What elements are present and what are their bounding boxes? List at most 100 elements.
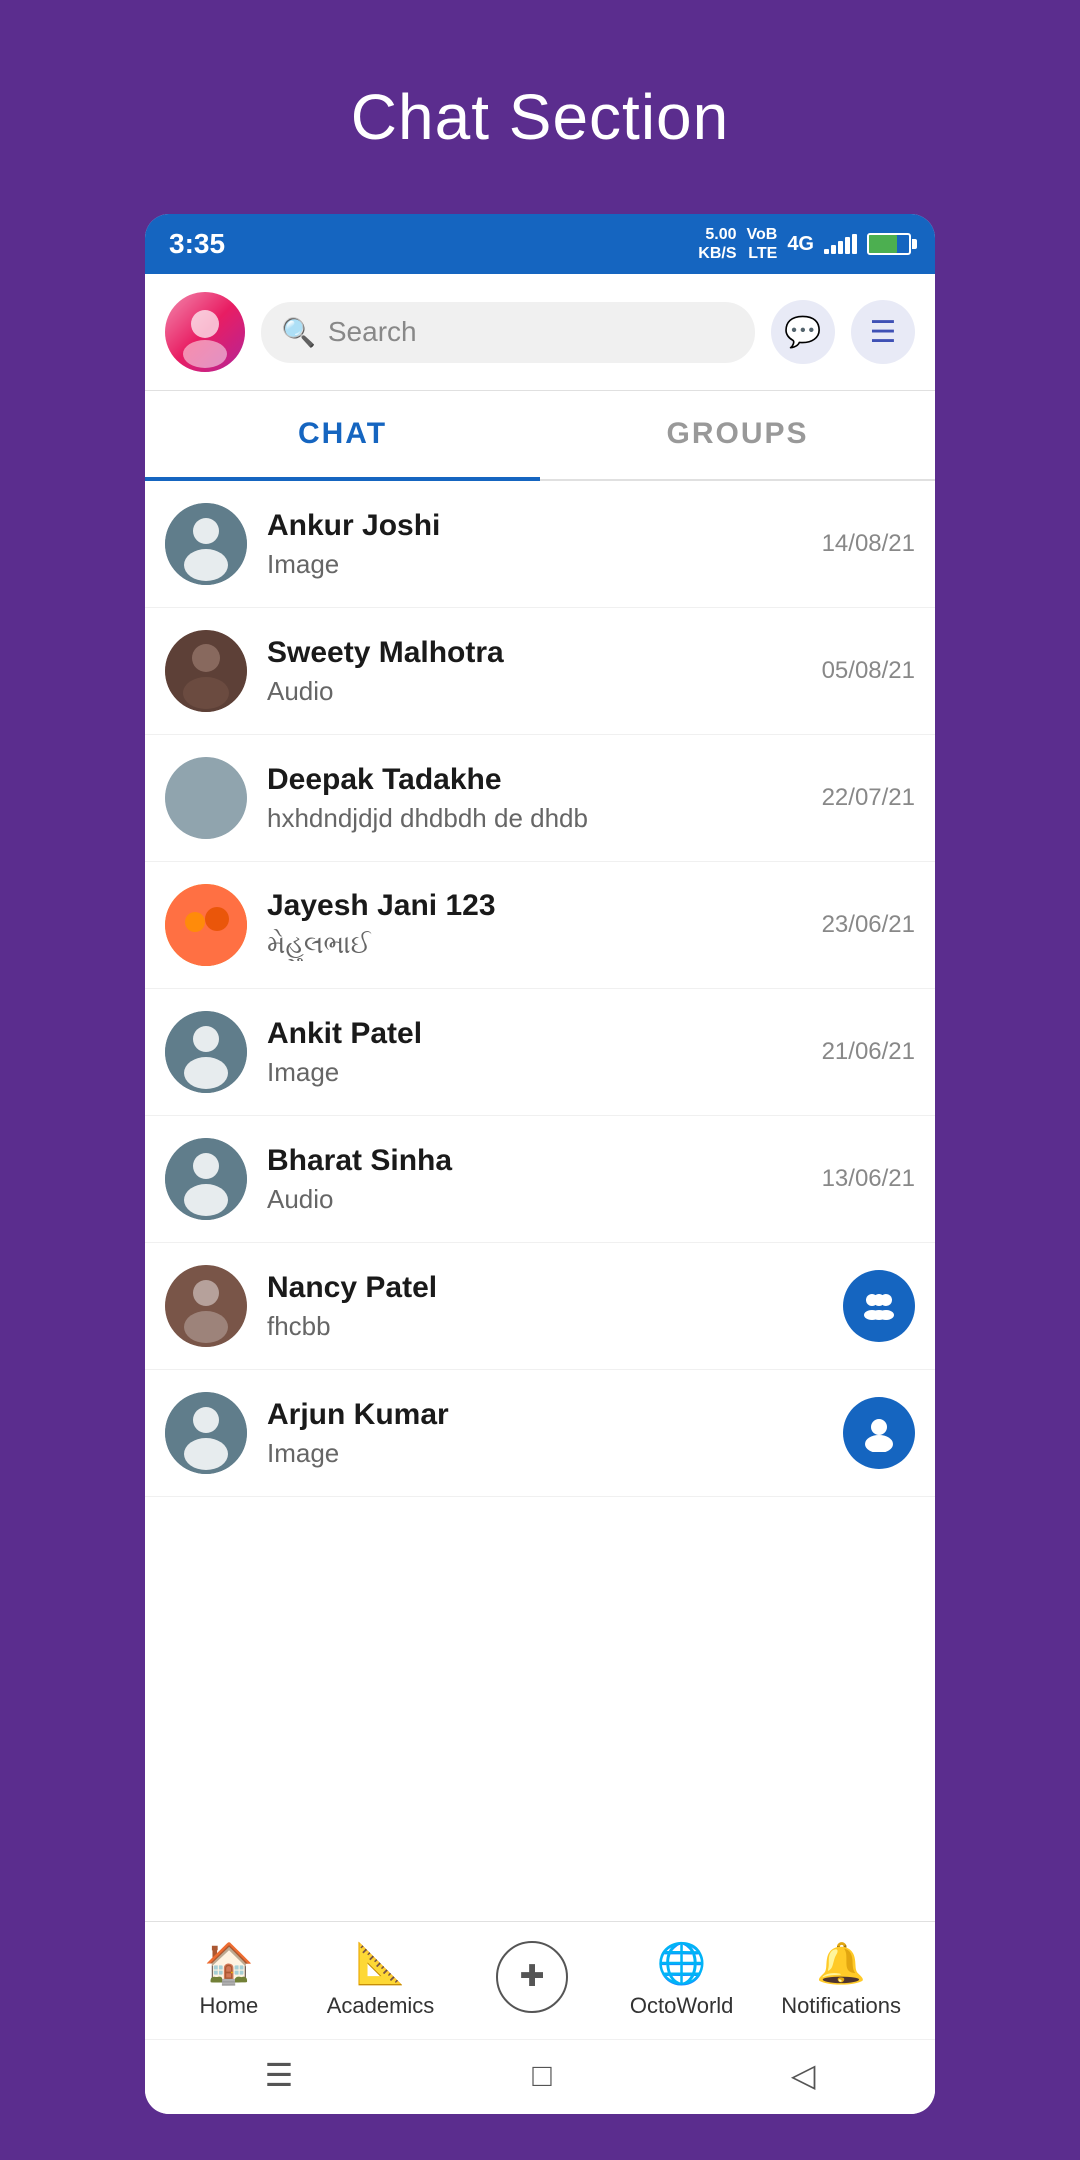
globe-icon: 🌐: [657, 1940, 707, 1987]
bottom-nav: 🏠 Home 📐 Academics ✚ 🌐 OctoWorld 🔔 Notif…: [145, 1921, 935, 2039]
chat-item[interactable]: Deepak Tadakhe hxhdndjdjd dhdbdh de dhdb…: [145, 735, 935, 862]
avatar-image: [165, 292, 245, 372]
chat-date: 14/08/21: [822, 530, 915, 558]
chat-item[interactable]: Ankit Patel Image 21/06/21: [145, 989, 935, 1116]
avatar: [165, 1265, 247, 1347]
person-icon: [165, 1138, 247, 1220]
phone-frame: 3:35 5.00KB/S VoBLTE 4G: [145, 214, 935, 2114]
person-icon: [165, 503, 247, 585]
status-icons: 5.00KB/S VoBLTE 4G: [698, 225, 911, 263]
nav-center-add[interactable]: ✚: [482, 1941, 582, 2019]
nav-home[interactable]: 🏠 Home: [179, 1940, 279, 2019]
home-icon: 🏠: [204, 1940, 254, 1987]
signal-bars-icon: [824, 234, 857, 254]
android-back-button[interactable]: ◁: [791, 2056, 816, 2094]
avatar: [165, 757, 247, 839]
chat-info: Bharat Sinha Audio: [267, 1144, 822, 1215]
search-bar[interactable]: 🔍 Search: [261, 302, 755, 363]
chat-info: Deepak Tadakhe hxhdndjdjd dhdbdh de dhdb: [267, 763, 822, 834]
chat-info: Sweety Malhotra Audio: [267, 636, 822, 707]
speech-bubble-icon: 💬: [784, 315, 821, 350]
avatar: [165, 1138, 247, 1220]
chat-icon-button[interactable]: 💬: [771, 300, 835, 364]
group-icon: [860, 1287, 898, 1325]
avatar: [165, 503, 247, 585]
chat-info: Ankit Patel Image: [267, 1017, 822, 1088]
chat-name: Nancy Patel: [267, 1271, 843, 1305]
page-title: Chat Section: [351, 80, 729, 154]
nav-notifications[interactable]: 🔔 Notifications: [781, 1940, 901, 2019]
status-time: 3:35: [169, 228, 225, 260]
avatar: [165, 1392, 247, 1474]
avatar-image: [165, 757, 247, 839]
tab-groups[interactable]: GROUPS: [540, 391, 935, 479]
nav-home-label: Home: [200, 1993, 259, 2019]
chat-name: Sweety Malhotra: [267, 636, 822, 670]
avatar: [165, 630, 247, 712]
chat-date: 05/08/21: [822, 657, 915, 685]
person-icon: [165, 1011, 247, 1093]
menu-button[interactable]: ☰: [851, 300, 915, 364]
chat-preview: Audio: [267, 1184, 822, 1215]
android-home-button[interactable]: □: [532, 2057, 551, 2094]
avatar: [165, 1011, 247, 1093]
header: 🔍 Search 💬 ☰: [145, 274, 935, 391]
chat-date: 21/06/21: [822, 1038, 915, 1066]
avatar-image: [165, 1265, 247, 1347]
chat-date: 22/07/21: [822, 784, 915, 812]
nav-academics-label: Academics: [327, 1993, 435, 2019]
chat-item[interactable]: Jayesh Jani 123 મેહુલભાઈ 23/06/21: [145, 862, 935, 989]
chat-info: Ankur Joshi Image: [267, 509, 822, 580]
tab-bar: CHAT GROUPS: [145, 391, 935, 481]
chat-preview: fhcbb: [267, 1311, 843, 1342]
search-icon: 🔍: [281, 316, 316, 349]
hamburger-icon: ☰: [870, 315, 897, 350]
chat-name: Ankit Patel: [267, 1017, 822, 1051]
academics-icon: 📐: [356, 1940, 406, 1987]
chat-name: Bharat Sinha: [267, 1144, 822, 1178]
chat-preview: Audio: [267, 676, 822, 707]
status-bar: 3:35 5.00KB/S VoBLTE 4G: [145, 214, 935, 274]
nav-octoworld-label: OctoWorld: [630, 1993, 734, 2019]
chat-meta: 21/06/21: [822, 1038, 915, 1066]
chat-meta: 14/08/21: [822, 530, 915, 558]
network-type: VoBLTE: [747, 225, 778, 263]
battery-icon: [867, 233, 911, 255]
chat-preview: Image: [267, 549, 822, 580]
person-fab-button[interactable]: [843, 1397, 915, 1469]
chat-meta: [843, 1397, 915, 1469]
user-profile-avatar[interactable]: [165, 292, 245, 372]
chat-name: Arjun Kumar: [267, 1398, 843, 1432]
chat-preview: hxhdndjdjd dhdbdh de dhdb: [267, 803, 822, 834]
chat-preview: Image: [267, 1057, 822, 1088]
nav-notifications-label: Notifications: [781, 1993, 901, 2019]
chat-meta: 23/06/21: [822, 911, 915, 939]
nav-academics[interactable]: 📐 Academics: [327, 1940, 435, 2019]
group-fab-button[interactable]: [843, 1270, 915, 1342]
chat-item[interactable]: Sweety Malhotra Audio 05/08/21: [145, 608, 935, 735]
chat-item[interactable]: Arjun Kumar Image: [145, 1370, 935, 1497]
search-placeholder: Search: [328, 316, 417, 348]
chat-date: 13/06/21: [822, 1165, 915, 1193]
chat-meta: 22/07/21: [822, 784, 915, 812]
chat-name: Deepak Tadakhe: [267, 763, 822, 797]
chat-item[interactable]: Bharat Sinha Audio 13/06/21: [145, 1116, 935, 1243]
chat-meta: 13/06/21: [822, 1165, 915, 1193]
avatar-image: [165, 630, 247, 712]
chat-info: Jayesh Jani 123 મેહુલભાઈ: [267, 889, 822, 961]
network-speed: 5.00KB/S: [698, 225, 736, 263]
plus-badge-icon: ✚: [496, 1941, 568, 2013]
chat-item[interactable]: Nancy Patel fhcbb: [145, 1243, 935, 1370]
nav-octoworld[interactable]: 🌐 OctoWorld: [630, 1940, 734, 2019]
chat-info: Arjun Kumar Image: [267, 1398, 843, 1469]
android-nav-bar: ☰ □ ◁: [145, 2039, 935, 2114]
chat-meta: 05/08/21: [822, 657, 915, 685]
android-menu-button[interactable]: ☰: [265, 2056, 294, 2094]
bell-icon: 🔔: [816, 1940, 866, 1987]
chat-name: Jayesh Jani 123: [267, 889, 822, 923]
chat-meta: [843, 1270, 915, 1342]
avatar: [165, 884, 247, 966]
person-icon: [165, 1392, 247, 1474]
chat-item[interactable]: Ankur Joshi Image 14/08/21: [145, 481, 935, 608]
tab-chat[interactable]: CHAT: [145, 391, 540, 481]
